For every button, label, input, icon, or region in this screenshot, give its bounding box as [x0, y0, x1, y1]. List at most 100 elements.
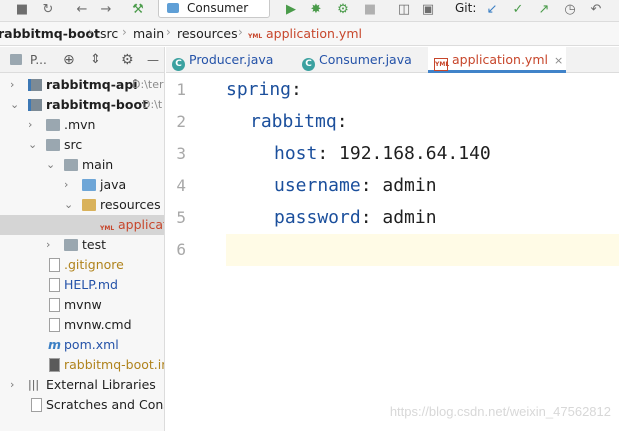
tree-item-pom-xml[interactable]: m pom.xml — [0, 335, 164, 355]
tree-item-mvnw[interactable]: mvnw — [0, 295, 164, 315]
java-class-icon: C — [302, 58, 315, 71]
close-tab-icon[interactable]: × — [554, 48, 563, 74]
code-line[interactable]: rabbitmq: — [226, 106, 619, 138]
code-line[interactable]: spring: — [226, 74, 619, 106]
code-line[interactable]: password: admin — [226, 202, 619, 234]
tree-item-resources[interactable]: ⌄ resources — [0, 195, 164, 215]
hide-panel-icon[interactable]: — — [147, 52, 159, 68]
tree-item-label: main — [82, 157, 114, 172]
yml-file-icon: YML — [100, 225, 115, 232]
tree-item-mvn[interactable]: › .mvn — [0, 115, 164, 135]
tab-application-yml[interactable]: YML application.yml × — [428, 47, 566, 73]
tree-item-scratches[interactable]: Scratches and Conso — [0, 395, 165, 415]
code-editor[interactable]: spring: rabbitmq: host: 192.168.64.140 u… — [226, 74, 619, 431]
tree-item-java[interactable]: › java — [0, 175, 164, 195]
tree-item-label: test — [82, 237, 107, 252]
tab-producer-java[interactable]: C Producer.java — [166, 47, 286, 73]
line-number: 6 — [176, 240, 186, 259]
code-line[interactable]: host: 192.168.64.140 — [226, 138, 619, 170]
watermark: https://blog.csdn.net/weixin_47562812 — [389, 404, 611, 419]
git-update-icon[interactable]: ↙ — [484, 2, 500, 18]
collapse-all-icon[interactable]: ⇕ — [90, 52, 101, 68]
tree-item-application-yml[interactable]: YML applicati — [0, 215, 164, 235]
tree-item-external-libraries[interactable]: › ||| External Libraries — [0, 375, 164, 395]
forward-arrow-icon[interactable]: → — [98, 2, 114, 18]
tree-item-path: D:\t — [142, 98, 163, 111]
iml-file-icon — [49, 358, 60, 372]
sync-icon[interactable]: ↻ — [40, 2, 56, 18]
yaml-value: 192.168.64.140 — [328, 143, 491, 164]
tree-item-label: Scratches and Conso — [46, 397, 165, 412]
expand-arrow-icon[interactable]: › — [28, 115, 38, 135]
expand-arrow-icon[interactable]: › — [64, 175, 74, 195]
stop-icon[interactable]: ■ — [362, 2, 378, 18]
gitignore-file-icon — [49, 258, 60, 272]
tree-item-help-md[interactable]: HELP.md — [0, 275, 164, 295]
editor-tab-bar: C Producer.java C Consumer.java YML applica… — [166, 47, 619, 73]
git-label: Git: — [455, 1, 477, 15]
back-arrow-icon[interactable]: ← — [74, 2, 90, 18]
folder-icon — [46, 139, 60, 151]
save-icon[interactable]: ■ — [14, 2, 30, 18]
project-view-label[interactable]: P... — [30, 52, 47, 68]
run-icon[interactable]: ▶ — [283, 2, 299, 18]
folder-icon — [46, 119, 60, 131]
tree-item-main[interactable]: ⌄ main — [0, 155, 164, 175]
tree-item-src[interactable]: ⌄ src — [0, 135, 164, 155]
breadcrumb-project[interactable]: rabbitmq-boot — [0, 26, 100, 42]
git-rollback-icon[interactable]: ↶ — [588, 2, 604, 18]
tree-item-label: rabbitmq-boot — [46, 97, 149, 112]
yaml-key: username — [274, 175, 361, 196]
tree-item-rabbitmq-api[interactable]: › rabbitmq-api D:\ter — [0, 75, 164, 95]
expand-arrow-icon[interactable]: › — [46, 235, 56, 255]
tree-item-label: .mvn — [64, 117, 96, 132]
breadcrumb-src[interactable]: src — [100, 26, 118, 42]
run-configuration-select[interactable]: Consumer — [158, 0, 270, 18]
code-line[interactable]: username: admin — [226, 170, 619, 202]
locate-target-icon[interactable]: ⊕ — [63, 52, 75, 68]
breadcrumb-separator: › — [122, 25, 127, 39]
tab-consumer-java[interactable]: C Consumer.java — [296, 47, 426, 73]
tree-item-label: rabbitmq-boot.im — [64, 357, 165, 372]
settings-gear-icon[interactable]: ⚙ — [121, 52, 134, 68]
attach-debugger-icon[interactable]: ◫ — [396, 2, 412, 18]
tree-item-label: rabbitmq-api — [46, 77, 138, 92]
run-with-coverage-icon[interactable]: ⚙ — [335, 2, 351, 18]
tree-item-mvnw-cmd[interactable]: mvnw.cmd — [0, 315, 164, 335]
tree-item-path: D:\ter — [132, 78, 164, 91]
breadcrumb: rabbitmq-boot › src › main › resources ›… — [0, 22, 619, 46]
yaml-colon: : — [360, 175, 372, 196]
current-code-line[interactable] — [226, 234, 619, 266]
tree-item-label: applicati — [118, 217, 164, 232]
module-icon — [28, 99, 42, 111]
project-panel-header: P... ⊕ ⇕ ⚙ — — [0, 47, 164, 73]
yml-file-icon: YML — [248, 33, 263, 40]
collapse-arrow-icon[interactable]: ⌄ — [64, 195, 74, 215]
git-push-icon[interactable]: ↗ — [536, 2, 552, 18]
breadcrumb-main[interactable]: main — [133, 26, 164, 42]
breadcrumb-resources[interactable]: resources — [177, 26, 238, 42]
build-hammer-icon[interactable]: ⚒ — [130, 2, 146, 18]
collapse-arrow-icon[interactable]: ⌄ — [28, 135, 38, 155]
tree-item-label: java — [100, 177, 127, 192]
tree-item-label: resources — [100, 197, 161, 212]
editor-gutter: 1 2 3 4 5 6 — [166, 74, 236, 431]
breadcrumb-file[interactable]: application.yml — [266, 26, 362, 42]
debug-icon[interactable]: ✸ — [308, 2, 324, 18]
expand-arrow-icon[interactable]: › — [10, 75, 20, 95]
tree-item-gitignore[interactable]: .gitignore — [0, 255, 164, 275]
line-number: 3 — [176, 144, 186, 163]
profiler-icon[interactable]: ▣ — [420, 2, 436, 18]
tree-item-iml[interactable]: rabbitmq-boot.im — [0, 355, 165, 375]
collapse-arrow-icon[interactable]: ⌄ — [10, 95, 20, 115]
tree-item-rabbitmq-boot[interactable]: ⌄ rabbitmq-boot D:\t — [0, 95, 164, 115]
tree-item-test[interactable]: › test — [0, 235, 164, 255]
collapse-arrow-icon[interactable]: ⌄ — [46, 155, 56, 175]
tree-item-label: mvnw — [64, 297, 102, 312]
git-history-icon[interactable]: ◷ — [562, 2, 578, 18]
expand-arrow-icon[interactable]: › — [10, 375, 20, 395]
yaml-key: spring — [226, 79, 292, 100]
git-commit-icon[interactable]: ✓ — [510, 2, 526, 18]
line-number: 2 — [176, 112, 186, 131]
tree-item-label: HELP.md — [64, 277, 118, 292]
